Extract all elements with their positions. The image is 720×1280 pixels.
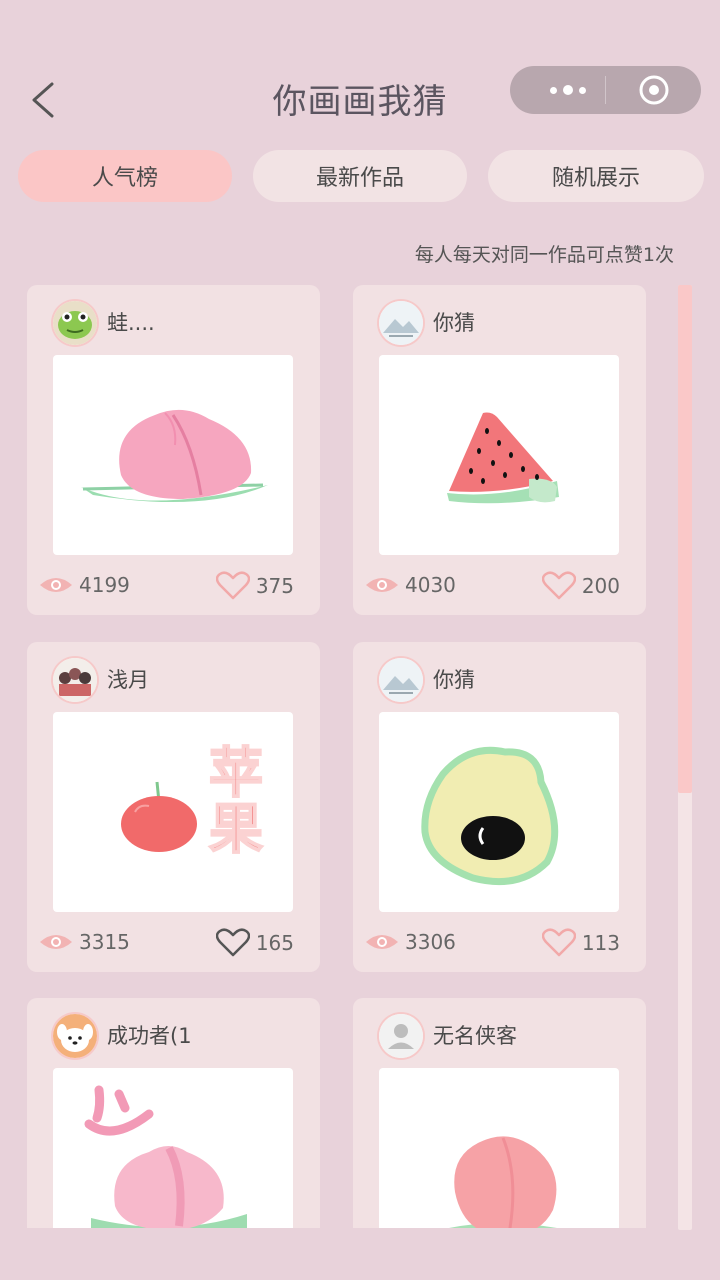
watermelon-drawing xyxy=(447,412,559,504)
eye-icon xyxy=(40,578,72,592)
work-card[interactable]: 浅月 苹果 3315 165 xyxy=(27,642,320,972)
apple-word-text: 苹果 xyxy=(200,744,263,856)
avocado-drawing xyxy=(421,746,559,886)
work-card[interactable]: 无名侠客 xyxy=(353,998,646,1228)
author-name: 浅月 xyxy=(107,668,149,692)
heart-icon xyxy=(215,928,250,957)
like-button[interactable]: 375 xyxy=(215,571,294,601)
dog-avatar-icon xyxy=(53,1014,97,1058)
like-count-value: 113 xyxy=(581,931,620,955)
artwork-image[interactable] xyxy=(53,355,293,555)
works-grid: 蛙.... 4199 375 你猜 4030 200 浅月 苹果 3315 16… xyxy=(0,0,670,1228)
work-card[interactable]: 蛙.... 4199 375 xyxy=(27,285,320,615)
like-count-value: 165 xyxy=(255,931,294,955)
view-count: 3315 xyxy=(39,930,130,954)
heart-icon xyxy=(541,571,576,600)
apple-drawing: 苹果 xyxy=(121,743,264,857)
author-name: 无名侠客 xyxy=(433,1024,517,1048)
like-button[interactable]: 200 xyxy=(541,571,620,601)
author-name: 你猜 xyxy=(433,668,475,692)
view-count: 3306 xyxy=(365,930,456,954)
scrollbar[interactable] xyxy=(678,285,692,1230)
peach-drawing xyxy=(84,1085,247,1228)
avatar[interactable] xyxy=(379,301,423,345)
view-count-value: 4030 xyxy=(405,573,456,597)
view-count: 4199 xyxy=(39,573,130,597)
author-name: 你猜 xyxy=(433,311,475,335)
default-user-icon xyxy=(379,1014,423,1058)
like-count-value: 200 xyxy=(581,574,620,598)
peach-drawing xyxy=(81,409,268,503)
peach-drawing xyxy=(449,1136,557,1228)
artwork-image[interactable] xyxy=(53,1068,293,1228)
view-count: 4030 xyxy=(365,573,456,597)
artwork-image[interactable]: 苹果 xyxy=(53,712,293,912)
like-button[interactable]: 165 xyxy=(215,928,294,958)
like-count-value: 375 xyxy=(255,574,294,598)
avatar[interactable] xyxy=(379,1014,423,1058)
group-avatar-icon xyxy=(53,658,97,702)
scrollbar-thumb[interactable] xyxy=(678,285,692,793)
work-card[interactable]: 成功者(1 xyxy=(27,998,320,1228)
view-count-value: 4199 xyxy=(79,573,130,597)
artwork-image[interactable] xyxy=(379,355,619,555)
eye-icon xyxy=(40,935,72,949)
mountain-avatar-icon xyxy=(379,301,423,345)
eye-icon xyxy=(366,578,398,592)
work-card[interactable]: 你猜 3306 113 xyxy=(353,642,646,972)
avatar[interactable] xyxy=(379,658,423,702)
avatar[interactable] xyxy=(53,1014,97,1058)
like-button[interactable]: 113 xyxy=(541,928,620,958)
author-name: 成功者(1 xyxy=(107,1024,192,1048)
mountain-avatar-icon xyxy=(379,658,423,702)
author-name: 蛙.... xyxy=(107,311,155,335)
avatar[interactable] xyxy=(53,301,97,345)
avatar[interactable] xyxy=(53,658,97,702)
heart-icon xyxy=(541,928,576,957)
artwork-image[interactable] xyxy=(379,1068,619,1228)
artwork-image[interactable] xyxy=(379,712,619,912)
view-count-value: 3315 xyxy=(79,930,130,954)
view-count-value: 3306 xyxy=(405,930,456,954)
frog-avatar-icon xyxy=(53,301,97,345)
eye-icon xyxy=(366,935,398,949)
heart-icon xyxy=(215,571,250,600)
work-card[interactable]: 你猜 4030 200 xyxy=(353,285,646,615)
